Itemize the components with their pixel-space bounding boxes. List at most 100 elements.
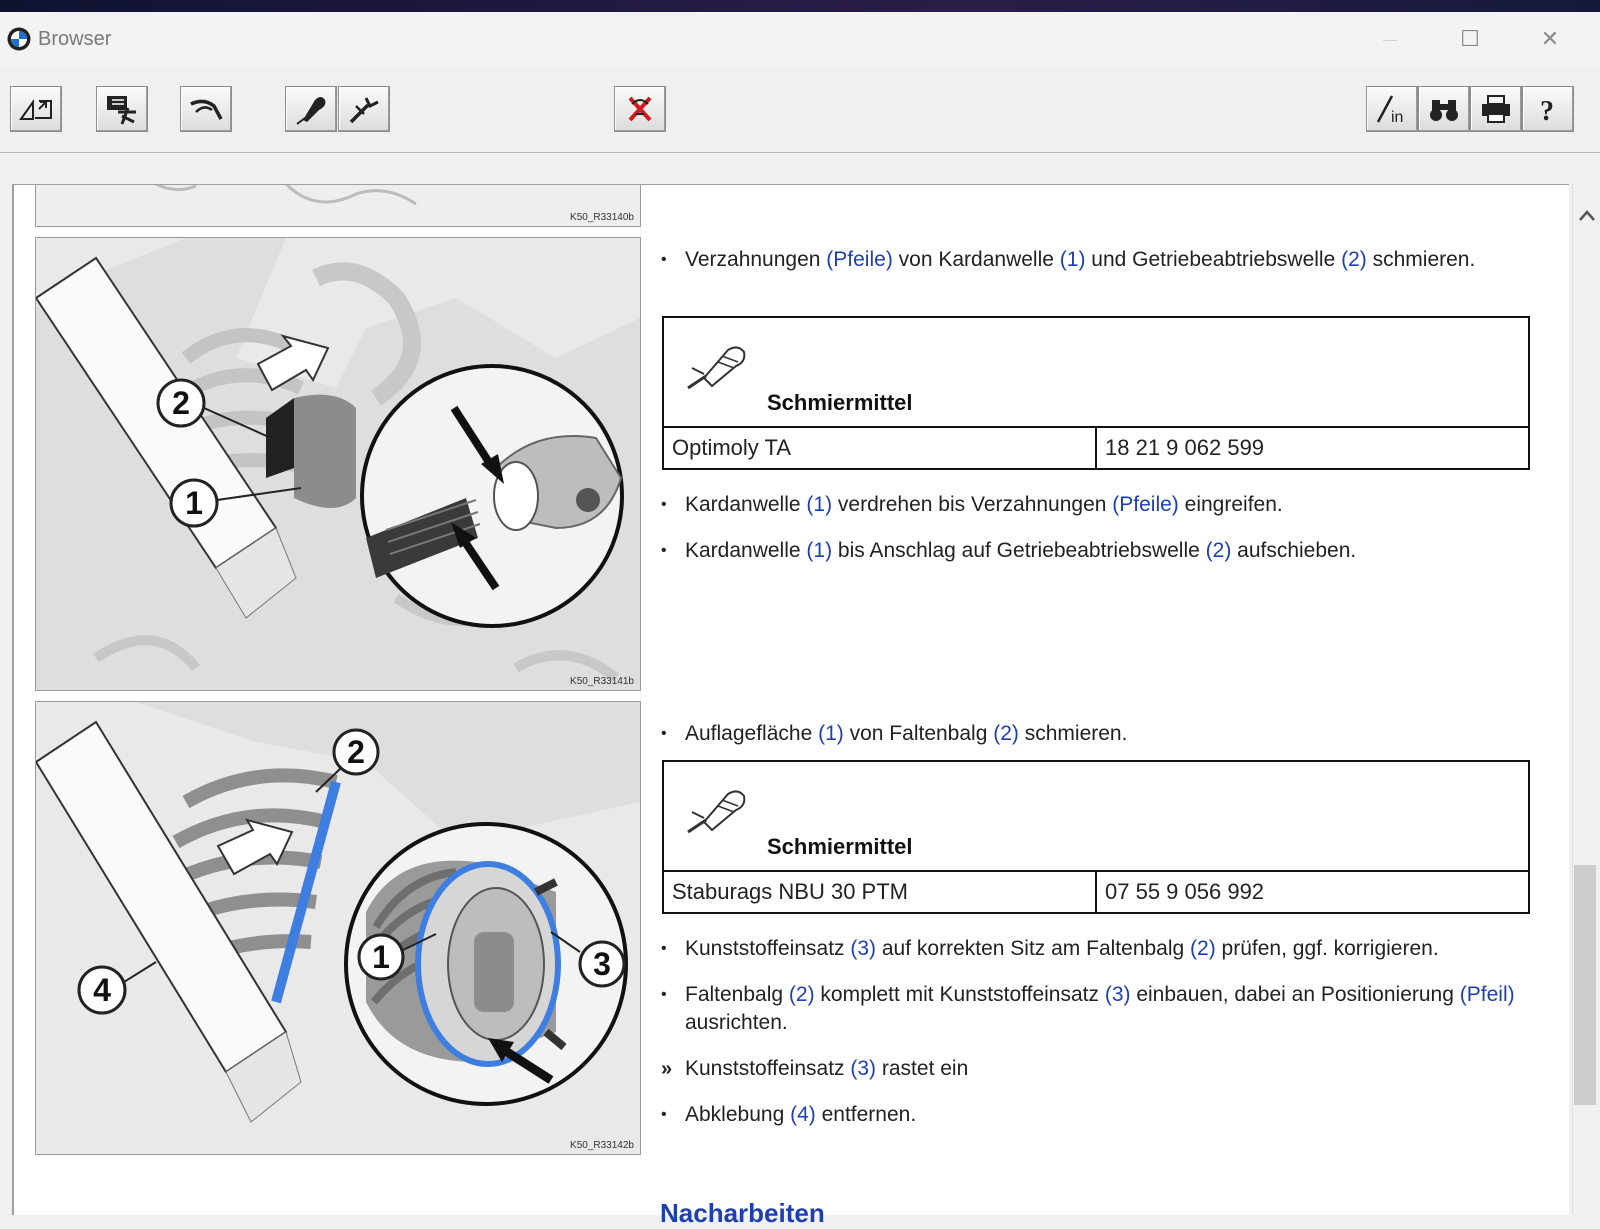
step-1: • Verzahnungen (Pfeile) von Kardanwelle … (661, 246, 1541, 274)
maximize-button[interactable]: ☐ (1455, 26, 1485, 52)
lubricant-title: Schmiermittel (767, 390, 913, 415)
step-5: • Kunststoffeinsatz (3) auf korrekten Si… (661, 935, 1541, 963)
figure-code: K50_R33140b (570, 212, 634, 223)
chevron-up-icon[interactable] (1577, 206, 1597, 226)
step-text: Kunststoffeinsatz (3) rastet ein (661, 1055, 1541, 1083)
lubricant-table: Schmiermittel Staburags NBU 30 PTM 07 55… (662, 760, 1530, 914)
close-tools-button[interactable] (614, 86, 666, 132)
step-text: Verzahnungen (Pfeile) von Kardanwelle (1… (661, 246, 1541, 274)
step-7-result: » Kunststoffeinsatz (3) rastet ein (661, 1055, 1541, 1083)
scrollbar-thumb[interactable] (1574, 865, 1596, 1105)
callout-2: 2 (172, 385, 190, 421)
step-4: • Auflagefläche (1) von Faltenbalg (2) s… (661, 720, 1541, 748)
ref-link[interactable]: (Pfeil) (1460, 983, 1515, 1006)
ref-link[interactable]: (4) (790, 1103, 816, 1126)
lubricant-icon (296, 97, 326, 125)
lubricant-table: Schmiermittel Optimoly TA 18 21 9 062 59… (662, 316, 1530, 470)
help-button[interactable]: ? (1522, 86, 1574, 132)
text: Kunststoffeinsatz (685, 937, 851, 960)
ref-link[interactable]: (1) (1060, 248, 1086, 271)
ref-link[interactable]: (3) (850, 937, 876, 960)
toolbar: in ? (0, 66, 1600, 153)
text: prüfen, ggf. korrigieren. (1215, 937, 1439, 960)
back-button[interactable] (10, 86, 62, 132)
step-2: • Kardanwelle (1) verdrehen bis Verzahnu… (661, 491, 1541, 519)
step-text: Auflagefläche (1) von Faltenbalg (2) sch… (661, 720, 1541, 748)
help-icon-label: ? (1540, 96, 1554, 126)
print-button[interactable] (1470, 86, 1522, 132)
wrench-button[interactable] (338, 86, 390, 132)
lubricant-part-number: 07 55 9 056 992 (1095, 872, 1528, 912)
ref-link[interactable]: (2) (1206, 539, 1232, 562)
ref-link[interactable]: (1) (806, 493, 832, 516)
info-button[interactable]: in (1366, 86, 1418, 132)
text: einbauen, dabei an Positionierung (1130, 983, 1460, 1006)
callout-1: 1 (372, 939, 390, 975)
print-icon (1482, 95, 1510, 123)
ref-link[interactable]: (1) (806, 539, 832, 562)
lubricant-button[interactable] (285, 86, 337, 132)
ref-link[interactable]: (2) (1341, 248, 1367, 271)
figure-top-partial: K50_R33140b (35, 185, 641, 227)
ref-link[interactable]: (2) (993, 722, 1019, 745)
document-tools-icon (107, 96, 136, 125)
text: ausrichten. (685, 1011, 788, 1034)
search-button[interactable] (1418, 86, 1470, 132)
table-row: Optimoly TA 18 21 9 062 599 (664, 428, 1528, 468)
ref-link[interactable]: (3) (1105, 983, 1131, 1006)
lubricant-title: Schmiermittel (767, 834, 913, 859)
bullet: • (661, 725, 667, 742)
figure-illustration: 2 4 1 3 (36, 702, 640, 1154)
grease-gun-icon (687, 346, 746, 390)
text: Kardanwelle (685, 493, 807, 516)
step-text: Kardanwelle (1) verdrehen bis Verzahnung… (661, 491, 1541, 519)
figure-code: K50_R33142b (570, 1140, 634, 1151)
bullet: • (661, 1106, 667, 1123)
text: schmieren. (1366, 248, 1476, 271)
ref-link[interactable]: (Pfeile) (1112, 493, 1179, 516)
text: von Kardanwelle (892, 248, 1060, 271)
grease-gun-icon (687, 790, 746, 834)
figure-bellows: 2 4 1 3 K50_R33142b (35, 701, 641, 1155)
document-tools-button[interactable] (96, 86, 148, 132)
step-3: • Kardanwelle (1) bis Anschlag auf Getri… (661, 537, 1541, 565)
wrench-icon (349, 97, 379, 124)
callout-2: 2 (347, 734, 365, 770)
tool-pliers-button[interactable] (180, 86, 232, 132)
bmw-logo-icon (7, 27, 31, 51)
step-8: • Abklebung (4) entfernen. (661, 1101, 1541, 1129)
figure-illustration: 2 1 (36, 238, 640, 690)
lubricant-name: Staburags NBU 30 PTM (672, 879, 908, 904)
bullet: • (661, 986, 667, 1003)
bullet: • (661, 251, 667, 268)
text: eingreifen. (1178, 493, 1283, 516)
info-icon: in (1376, 95, 1403, 126)
callout-1: 1 (185, 485, 203, 521)
figure-illustration (36, 185, 640, 226)
ref-link[interactable]: (2) (1190, 937, 1216, 960)
ref-link[interactable]: (2) (789, 983, 815, 1006)
minimize-button[interactable]: — (1375, 26, 1405, 52)
step-text: Abklebung (4) entfernen. (661, 1101, 1541, 1129)
ref-link[interactable]: (1) (818, 722, 844, 745)
lubricant-name: Optimoly TA (672, 435, 791, 460)
close-button[interactable]: ✕ (1535, 26, 1565, 52)
bullet: • (661, 496, 667, 513)
bullet: » (661, 1058, 673, 1080)
text: auf korrekten Sitz am Faltenbalg (876, 937, 1191, 960)
info-icon-label: in (1391, 109, 1403, 126)
close-tools-icon (628, 96, 652, 122)
text: Abklebung (685, 1103, 791, 1126)
window-titlebar: Browser — ☐ ✕ (0, 12, 1600, 66)
ref-link[interactable]: (3) (850, 1057, 876, 1080)
step-text: Faltenbalg (2) komplett mit Kunststoffei… (661, 981, 1541, 1037)
text: verdrehen bis Verzahnungen (832, 493, 1113, 516)
step-text: Kunststoffeinsatz (3) auf korrekten Sitz… (661, 935, 1541, 963)
ref-link[interactable]: (Pfeile) (826, 248, 893, 271)
table-row: Staburags NBU 30 PTM 07 55 9 056 992 (664, 872, 1528, 912)
text: komplett mit Kunststoffeinsatz (814, 983, 1105, 1006)
text: entfernen. (815, 1103, 917, 1126)
text: rastet ein (876, 1057, 969, 1080)
figure-code: K50_R33141b (570, 676, 634, 687)
text: Kardanwelle (685, 539, 807, 562)
